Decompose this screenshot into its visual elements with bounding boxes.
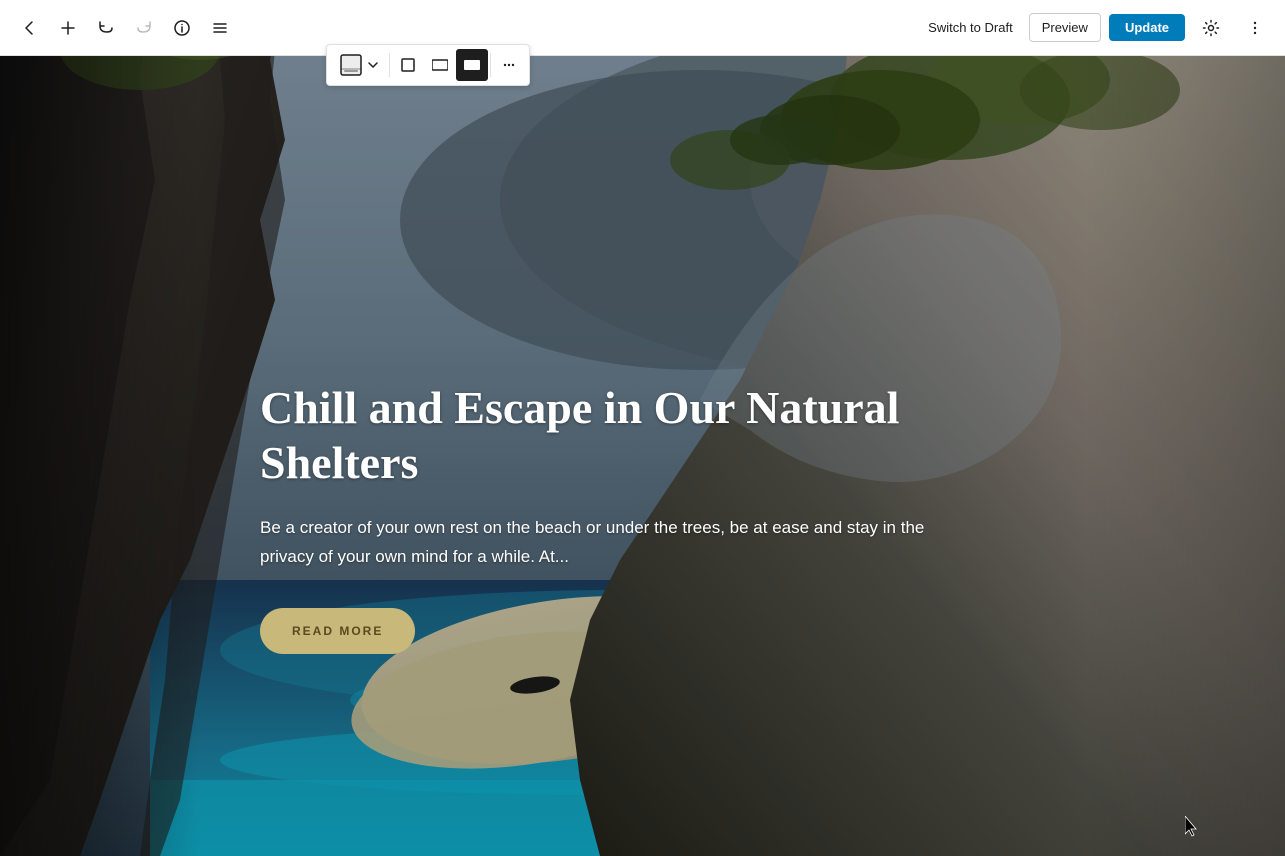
- list-icon: [211, 19, 229, 37]
- toolbar-divider-2: [490, 53, 491, 77]
- gear-icon: [1202, 19, 1220, 37]
- align-wide-icon: [432, 57, 448, 73]
- align-none-icon: [400, 57, 416, 73]
- info-icon: [173, 19, 191, 37]
- toolbar-left-group: [12, 10, 238, 46]
- block-toolbar: [326, 44, 530, 86]
- options-button[interactable]: [1237, 10, 1273, 46]
- toolbar-right-group: Switch to Draft Preview Update: [920, 10, 1273, 46]
- add-icon: [59, 19, 77, 37]
- align-full-icon: [464, 57, 480, 73]
- list-view-button[interactable]: [202, 10, 238, 46]
- redo-icon: [135, 19, 153, 37]
- switch-to-draft-button[interactable]: Switch to Draft: [920, 14, 1021, 41]
- settings-button[interactable]: [1193, 10, 1229, 46]
- undo-button[interactable]: [88, 10, 124, 46]
- back-icon: [21, 19, 39, 37]
- block-type-button[interactable]: [331, 48, 387, 82]
- kebab-menu-icon: [1246, 19, 1264, 37]
- align-full-button[interactable]: [456, 49, 488, 81]
- hero-section: Chill and Escape in Our Natural Shelters…: [0, 0, 1285, 856]
- update-button[interactable]: Update: [1109, 14, 1185, 41]
- preview-button[interactable]: Preview: [1029, 13, 1101, 42]
- more-options-icon: [501, 57, 517, 73]
- back-button[interactable]: [12, 10, 48, 46]
- block-more-options-button[interactable]: [493, 49, 525, 81]
- toolbar-divider: [389, 53, 390, 77]
- cover-block-icon: [339, 53, 363, 77]
- hero-title: Chill and Escape in Our Natural Shelters: [260, 380, 1000, 490]
- redo-button[interactable]: [126, 10, 162, 46]
- undo-icon: [97, 19, 115, 37]
- add-block-button[interactable]: [50, 10, 86, 46]
- align-none-button[interactable]: [392, 49, 424, 81]
- editor-toolbar: Switch to Draft Preview Update: [0, 0, 1285, 56]
- block-type-chevron-icon: [367, 59, 379, 71]
- hero-description: Be a creator of your own rest on the bea…: [260, 514, 980, 572]
- hero-content: Chill and Escape in Our Natural Shelters…: [260, 380, 1000, 654]
- info-button[interactable]: [164, 10, 200, 46]
- read-more-button[interactable]: READ MORE: [260, 608, 415, 654]
- align-wide-button[interactable]: [424, 49, 456, 81]
